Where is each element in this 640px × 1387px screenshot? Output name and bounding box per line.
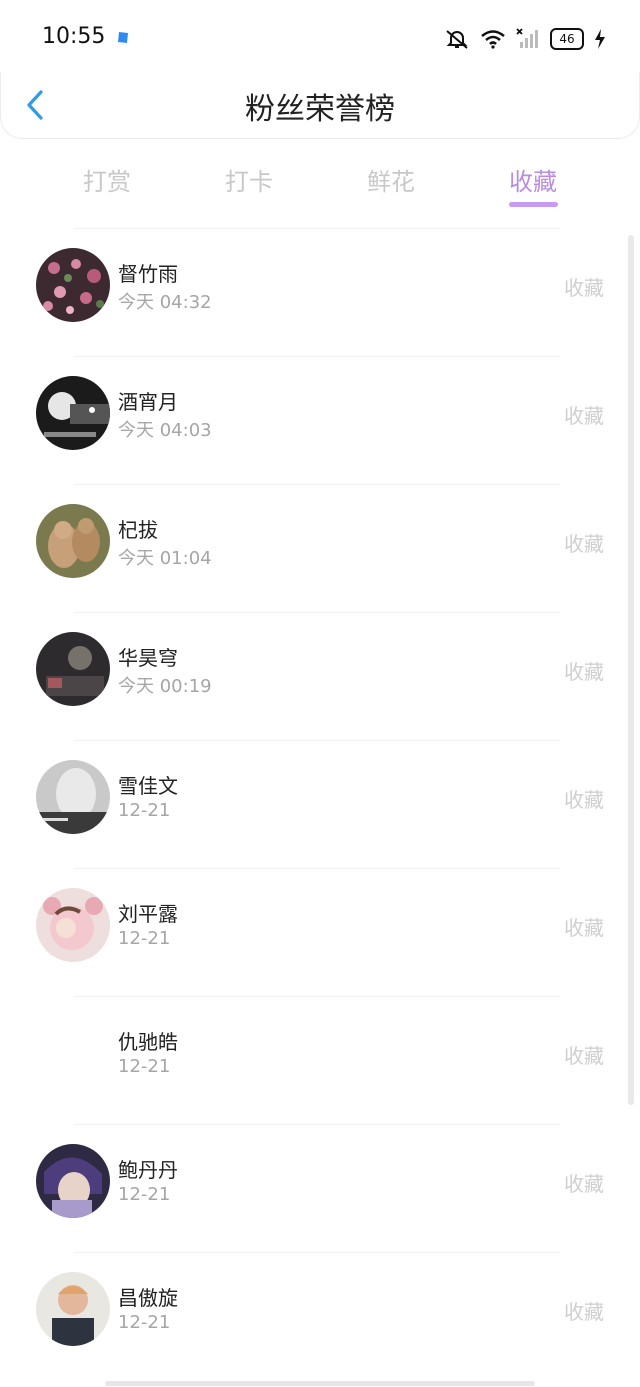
wifi-icon	[481, 30, 505, 49]
list-item[interactable]: 仇驰皓 12-21 收藏	[0, 996, 630, 1124]
fan-time: 今天 04:32	[118, 292, 212, 313]
tab-daka[interactable]: 打卡	[189, 162, 309, 197]
page-title: 粉丝荣誉榜	[245, 92, 395, 127]
divider	[74, 996, 560, 997]
favorite-label: 收藏	[564, 788, 604, 812]
divider	[74, 356, 560, 357]
status-time: 10:55	[42, 24, 106, 49]
avatar[interactable]	[36, 1272, 110, 1346]
fan-name: 仇驰皓	[118, 1030, 178, 1054]
status-bar: 10:55 46	[0, 0, 640, 72]
fan-time: 12-21	[118, 1312, 171, 1333]
list-item[interactable]: 华昊穹 今天 00:19 收藏	[0, 612, 630, 740]
list-item[interactable]: 杞拔 今天 01:04 收藏	[0, 484, 630, 612]
avatar[interactable]	[36, 760, 110, 834]
divider	[74, 1252, 560, 1253]
fan-time: 今天 04:03	[118, 420, 212, 441]
fan-time: 今天 00:19	[118, 676, 212, 697]
scrollbar[interactable]	[628, 235, 634, 1105]
tab-xianhua[interactable]: 鲜花	[331, 162, 451, 197]
battery-icon: 46	[550, 28, 584, 50]
fan-list: 督竹雨 今天 04:32 收藏 酒宵月 今天 04:03 收藏 杞拔 今天 01…	[0, 228, 640, 1387]
fan-name: 昌傲旋	[118, 1286, 178, 1310]
favorite-label: 收藏	[564, 532, 604, 556]
status-icons: 46	[444, 26, 606, 52]
app-header: 粉丝荣誉榜	[0, 72, 640, 139]
avatar[interactable]	[36, 504, 110, 578]
avatar[interactable]	[36, 888, 110, 962]
fan-name: 刘平露	[118, 902, 178, 926]
tab-shoucang[interactable]: 收藏	[473, 162, 593, 197]
fan-time: 12-21	[118, 1056, 171, 1077]
divider	[74, 484, 560, 485]
divider	[74, 1124, 560, 1125]
fan-time: 12-21	[118, 928, 171, 949]
charging-icon	[595, 29, 605, 49]
favorite-label: 收藏	[564, 1172, 604, 1196]
divider	[74, 868, 560, 869]
fan-time: 今天 01:04	[118, 548, 212, 569]
home-indicator	[105, 1381, 535, 1386]
avatar[interactable]	[36, 632, 110, 706]
fan-name: 雪佳文	[118, 774, 178, 798]
avatar[interactable]	[36, 1144, 110, 1218]
list-item[interactable]: 督竹雨 今天 04:32 收藏	[0, 228, 630, 356]
list-item[interactable]: 酒宵月 今天 04:03 收藏	[0, 356, 630, 484]
favorite-label: 收藏	[564, 276, 604, 300]
list-item[interactable]: 雪佳文 12-21 收藏	[0, 740, 630, 868]
avatar[interactable]	[36, 376, 110, 450]
app-dot-icon	[118, 32, 128, 43]
favorite-label: 收藏	[564, 1044, 604, 1068]
favorite-label: 收藏	[564, 660, 604, 684]
mute-bell-icon	[446, 30, 468, 49]
fan-name: 鲍丹丹	[118, 1158, 178, 1182]
favorite-label: 收藏	[564, 1300, 604, 1324]
fan-time: 12-21	[118, 800, 171, 821]
favorite-label: 收藏	[564, 916, 604, 940]
list-item[interactable]: 昌傲旋 12-21 收藏	[0, 1252, 630, 1380]
divider	[74, 740, 560, 741]
favorite-label: 收藏	[564, 404, 604, 428]
tab-dashang[interactable]: 打赏	[47, 162, 167, 197]
active-tab-indicator	[509, 202, 558, 207]
list-item[interactable]: 鲍丹丹 12-21 收藏	[0, 1124, 630, 1252]
avatar[interactable]	[36, 248, 110, 322]
fan-time: 12-21	[118, 1184, 171, 1205]
fan-name: 酒宵月	[118, 390, 178, 414]
list-item[interactable]: 刘平露 12-21 收藏	[0, 868, 630, 996]
divider	[74, 228, 560, 229]
fan-name: 华昊穹	[118, 646, 178, 670]
signal-icon	[516, 28, 538, 48]
fan-name: 杞拔	[118, 518, 158, 542]
divider	[74, 612, 560, 613]
fan-name: 督竹雨	[118, 262, 178, 286]
